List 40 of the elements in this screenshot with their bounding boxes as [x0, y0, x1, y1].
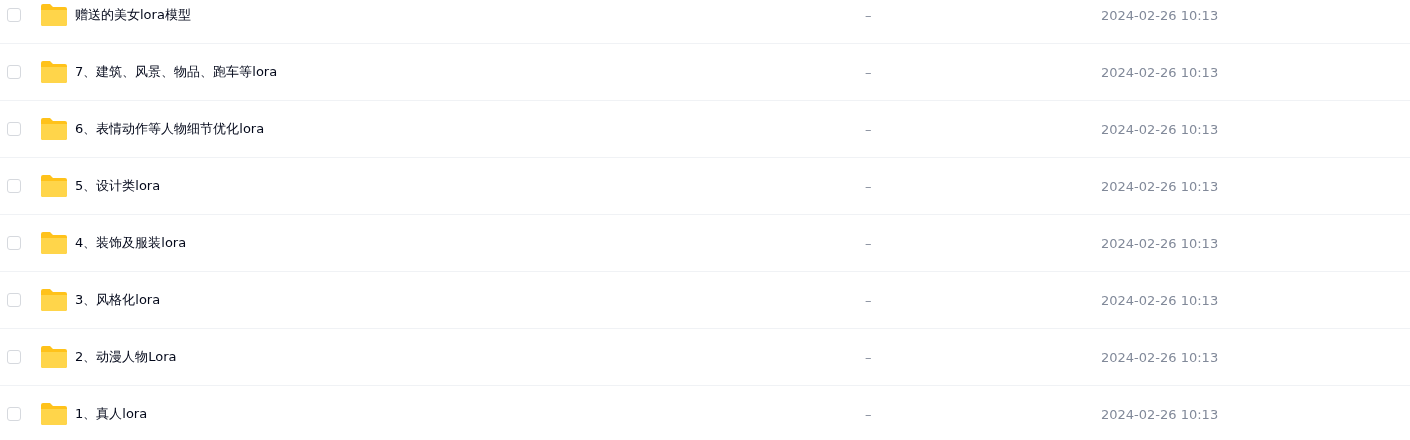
file-size: –: [865, 406, 873, 422]
file-size: –: [865, 349, 873, 365]
folder-icon: [40, 3, 68, 27]
file-size: –: [865, 64, 873, 80]
file-size: –: [865, 235, 873, 251]
folder-name[interactable]: 1、真人lora: [75, 405, 865, 423]
modified-date: 2024-02-26 10:13: [1101, 178, 1219, 194]
file-size: –: [865, 292, 873, 308]
file-size: –: [865, 7, 873, 23]
checkbox[interactable]: [7, 8, 21, 22]
checkbox[interactable]: [7, 236, 21, 250]
modified-date: 2024-02-26 10:13: [1101, 349, 1219, 365]
folder-icon: [40, 402, 68, 426]
checkbox[interactable]: [7, 350, 21, 364]
folder-name[interactable]: 4、装饰及服装lora: [75, 234, 865, 252]
folder-name[interactable]: 2、动漫人物Lora: [75, 348, 865, 366]
modified-date: 2024-02-26 10:13: [1101, 406, 1219, 422]
checkbox[interactable]: [7, 407, 21, 421]
checkbox[interactable]: [7, 293, 21, 307]
modified-date: 2024-02-26 10:13: [1101, 64, 1219, 80]
folder-icon: [40, 117, 68, 141]
folder-icon: [40, 288, 68, 312]
folder-name[interactable]: 赠送的美女lora模型: [75, 6, 865, 24]
checkbox[interactable]: [7, 65, 21, 79]
file-size: –: [865, 121, 873, 137]
folder-name[interactable]: 3、风格化lora: [75, 291, 865, 309]
folder-name[interactable]: 6、表情动作等人物细节优化lora: [75, 120, 865, 138]
folder-name[interactable]: 5、设计类lora: [75, 177, 865, 195]
folder-name[interactable]: 7、建筑、风景、物品、跑车等lora: [75, 63, 865, 81]
folder-icon: [40, 345, 68, 369]
modified-date: 2024-02-26 10:13: [1101, 235, 1219, 251]
checkbox[interactable]: [7, 179, 21, 193]
folder-icon: [40, 60, 68, 84]
modified-date: 2024-02-26 10:13: [1101, 121, 1219, 137]
modified-date: 2024-02-26 10:13: [1101, 292, 1219, 308]
checkbox[interactable]: [7, 122, 21, 136]
file-size: –: [865, 178, 873, 194]
modified-date: 2024-02-26 10:13: [1101, 7, 1219, 23]
folder-icon: [40, 174, 68, 198]
folder-icon: [40, 231, 68, 255]
